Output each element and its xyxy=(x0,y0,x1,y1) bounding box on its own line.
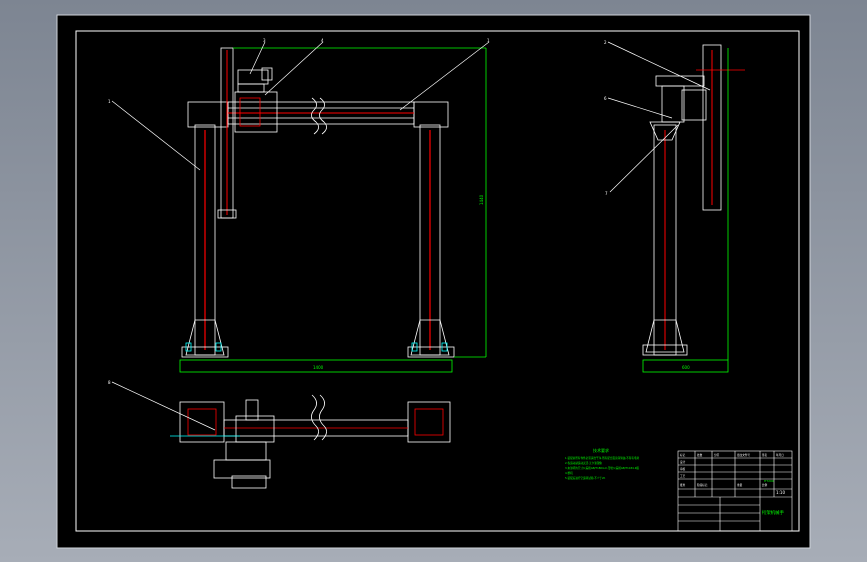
tb-cell-8: 工艺 xyxy=(680,474,686,478)
tb-drawing-name: 桁架机械手 xyxy=(762,509,785,516)
tb-material: HT200 xyxy=(764,479,774,483)
cad-drawing: 1440 1400 1 3 4 1 600 2 6 7 8 技术要求 1.装配前… xyxy=(56,14,811,549)
tb-cell-10: 阶段标记 xyxy=(697,483,708,487)
note-line-2: 2.各运动副运动灵活,无卡滞现象 xyxy=(565,461,602,465)
tb-cell-12: 比例 xyxy=(762,483,768,487)
note-line-4: 4.整机 xyxy=(565,471,573,475)
dim-width-front-text: 1400 xyxy=(313,365,324,370)
tb-cell-5: 年月日 xyxy=(776,453,784,457)
tb-cell-3: 更改文件号 xyxy=(737,453,750,457)
tb-cell-1: 处数 xyxy=(697,453,703,457)
drawing-sheet xyxy=(56,14,811,549)
tb-cell-4: 签名 xyxy=(762,453,768,457)
dim-width-side-text: 600 xyxy=(682,365,690,370)
tb-cell-6: 设计 xyxy=(680,460,686,464)
cad-viewport: 1440 1400 1 3 4 1 600 2 6 7 8 技术要求 1.装配前… xyxy=(0,0,867,562)
note-line-5: 5.装配后进行空运转试验,不少于2h xyxy=(565,476,606,480)
tb-cell-7: 审核 xyxy=(680,467,686,471)
tb-scale: 1:10 xyxy=(776,490,785,495)
dim-height-text: 1440 xyxy=(479,194,484,205)
tb-cell-11: 重量 xyxy=(737,483,743,487)
tb-cell-2: 分区 xyxy=(714,453,720,457)
note-line-1: 1.装配前所有零件必须清洗干净,所有配合面涂润滑油,不得有毛刺 xyxy=(565,456,640,460)
tb-cell-0: 标记 xyxy=(680,453,686,457)
note-line-3: 3.未注明的尺寸公差按GB/T1804-m,形位公差按GB/T1184-K级 xyxy=(565,466,639,470)
notes-heading: 技术要求 xyxy=(593,447,609,453)
tb-cell-9: 批准 xyxy=(680,483,686,487)
